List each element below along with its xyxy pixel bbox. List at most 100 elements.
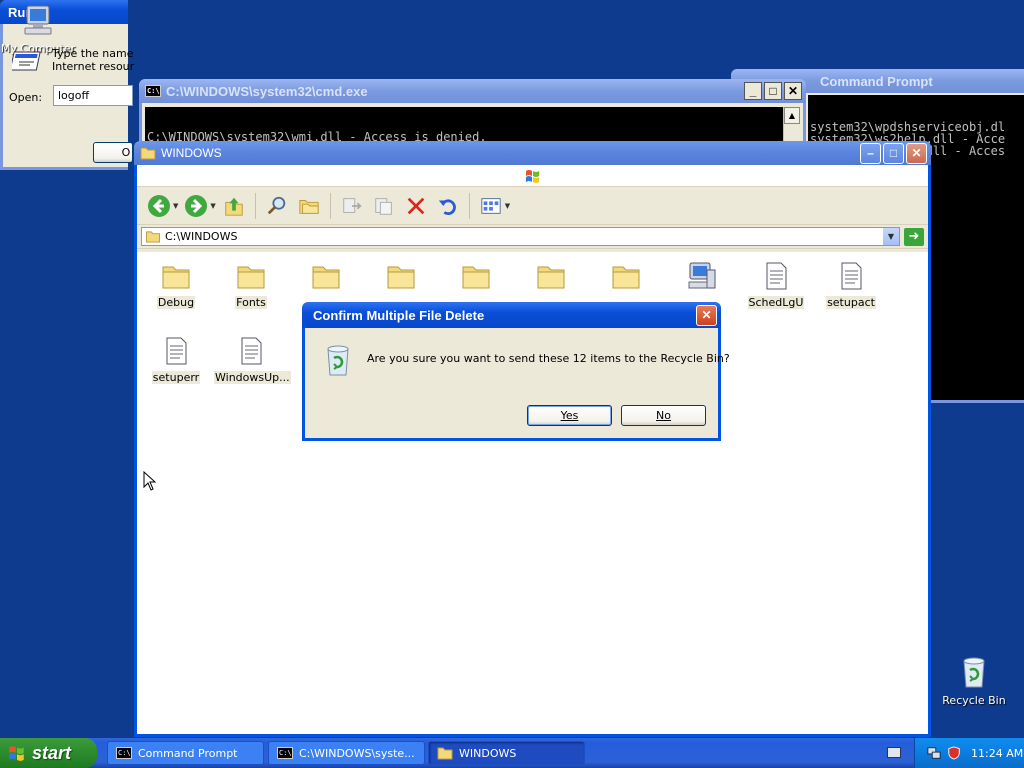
- file-item[interactable]: WindowsUp...: [214, 335, 291, 384]
- close-button[interactable]: ✕: [906, 142, 927, 164]
- computer-icon: [24, 5, 52, 35]
- file-item[interactable]: SchedLgU: [739, 260, 813, 309]
- folder-icon: [385, 260, 417, 292]
- toolbar-separator: [329, 192, 331, 219]
- folder-icon: [146, 231, 160, 243]
- file-item[interactable]: setupact: [814, 260, 888, 309]
- confirm-titlebar[interactable]: Confirm Multiple File Delete ✕: [302, 302, 721, 328]
- cmd-window-front[interactable]: C:\ C:\WINDOWS\system32\cmd.exe _ □ ✕ C:…: [139, 79, 806, 149]
- folder-icon: [160, 260, 192, 292]
- minimize-button[interactable]: _: [744, 82, 762, 100]
- confirm-body: Are you sure you want to send these 12 i…: [305, 328, 730, 440]
- address-value: C:\WINDOWS: [165, 230, 238, 243]
- recycle-bin-icon: [963, 657, 985, 688]
- menu-bar: [137, 165, 928, 187]
- document-icon: [760, 260, 792, 292]
- back-arrow-icon: [148, 194, 170, 217]
- file-label: WindowsUp...: [214, 371, 291, 384]
- run-description-line: Internet resour: [52, 60, 135, 73]
- windows-logo-icon: [526, 170, 539, 183]
- desktop-icon-recycle-bin[interactable]: Recycle Bin: [934, 656, 1014, 707]
- run-description-line: Type the name: [52, 47, 134, 60]
- file-label: setupact: [826, 296, 876, 309]
- folder-icon: [235, 260, 267, 292]
- up-folder-icon: [225, 197, 243, 216]
- maximize-button[interactable]: □: [883, 142, 904, 164]
- file-item[interactable]: Fonts: [214, 260, 288, 309]
- cmd-icon: C:\: [277, 747, 293, 759]
- confirm-delete-dialog[interactable]: Confirm Multiple File Delete ✕ Are you s…: [302, 302, 730, 441]
- back-button[interactable]: [145, 192, 173, 220]
- run-open-label: Open:: [9, 91, 43, 104]
- delete-button[interactable]: [402, 192, 430, 220]
- folders-button[interactable]: [295, 192, 323, 220]
- file-item[interactable]: Debug: [139, 260, 213, 309]
- undo-button[interactable]: [434, 192, 462, 220]
- move-to-button[interactable]: [338, 192, 366, 220]
- file-item[interactable]: setuperr: [139, 335, 213, 384]
- document-icon: [235, 335, 267, 367]
- network-icon[interactable]: [927, 746, 941, 760]
- scroll-up-arrow-icon[interactable]: ▲: [784, 107, 800, 124]
- taskbar-item-cmd-exe[interactable]: C:\ C:\WINDOWS\syste...: [268, 741, 425, 765]
- no-label: No: [656, 409, 671, 422]
- task-label: Command Prompt: [138, 746, 238, 760]
- undo-icon: [438, 198, 456, 215]
- close-button[interactable]: ✕: [696, 304, 717, 326]
- minimize-button[interactable]: –: [860, 142, 881, 164]
- maximize-button[interactable]: □: [764, 82, 782, 100]
- cmd-front-titlebar[interactable]: C:\ C:\WINDOWS\system32\cmd.exe _ □ ✕: [139, 79, 806, 103]
- address-input[interactable]: C:\WINDOWS ▼: [141, 227, 900, 246]
- confirm-message: Are you sure you want to send these 12 i…: [367, 352, 730, 365]
- run-description: Type the name Internet resour: [52, 47, 134, 73]
- address-bar: C:\WINDOWS ▼ ➜: [137, 225, 928, 249]
- forward-button[interactable]: [182, 192, 210, 220]
- search-icon: [267, 196, 286, 214]
- run-open-input[interactable]: logoff: [53, 85, 133, 106]
- taskbar-item-windows-folder[interactable]: WINDOWS: [428, 741, 585, 765]
- security-shield-icon[interactable]: [947, 746, 961, 760]
- search-button[interactable]: [263, 192, 291, 220]
- delete-x-icon: [407, 197, 425, 214]
- folder-icon: [535, 260, 567, 292]
- document-icon: [160, 335, 192, 367]
- desktop-icon-label: Recycle Bin: [942, 694, 1006, 707]
- explorer-titlebar[interactable]: WINDOWS – □ ✕: [134, 141, 931, 165]
- folder-icon: [140, 147, 156, 160]
- windows-logo-icon: [9, 746, 24, 761]
- folder-icon: [460, 260, 492, 292]
- system-tray: 11:24 AM: [914, 738, 1024, 768]
- file-label: SchedLgU: [747, 296, 805, 309]
- start-label: start: [32, 742, 72, 763]
- window-title: C:\WINDOWS\system32\cmd.exe: [166, 83, 368, 99]
- up-folder-button[interactable]: [220, 192, 248, 220]
- views-dropdown-icon[interactable]: ▼: [505, 202, 510, 210]
- toolbar-separator: [468, 192, 470, 219]
- toolbar: ▼ ▼ ▼: [137, 187, 928, 225]
- task-label: C:\WINDOWS\syste...: [299, 746, 415, 760]
- run-ok-button[interactable]: O: [93, 142, 133, 163]
- keyboard-icon[interactable]: [887, 747, 901, 758]
- views-button[interactable]: [477, 192, 505, 220]
- start-button[interactable]: start: [0, 738, 97, 768]
- forward-dropdown-icon[interactable]: ▼: [210, 202, 215, 210]
- window-title: Command Prompt: [820, 73, 933, 89]
- computer-icon: [685, 260, 717, 292]
- copy-to-button[interactable]: [370, 192, 398, 220]
- address-dropdown-icon[interactable]: ▼: [883, 228, 899, 245]
- file-label: Fonts: [235, 296, 267, 309]
- clock[interactable]: 11:24 AM: [971, 747, 1023, 760]
- task-label: WINDOWS: [459, 746, 517, 760]
- folder-icon: [437, 747, 453, 760]
- go-button[interactable]: ➜: [904, 227, 924, 246]
- yes-label: Yes: [560, 409, 579, 422]
- window-title: WINDOWS: [161, 146, 222, 160]
- taskbar-item-command-prompt[interactable]: C:\ Command Prompt: [107, 741, 264, 765]
- views-icon: [481, 197, 501, 214]
- close-button[interactable]: ✕: [784, 82, 802, 100]
- back-dropdown-icon[interactable]: ▼: [173, 202, 178, 210]
- recycle-bin-icon: [327, 345, 349, 376]
- yes-button[interactable]: Yes: [527, 405, 612, 426]
- no-button[interactable]: No: [621, 405, 706, 426]
- forward-arrow-icon: [185, 194, 208, 217]
